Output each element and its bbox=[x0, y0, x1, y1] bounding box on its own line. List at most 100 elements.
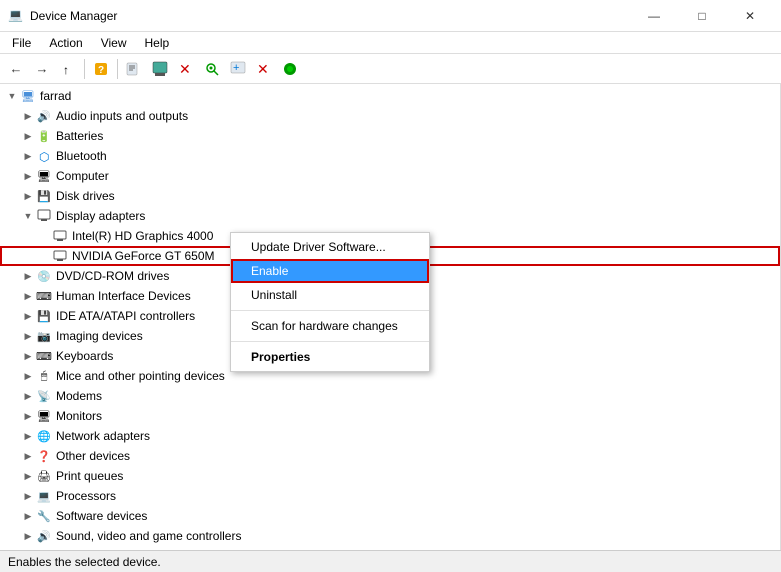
expand-storage[interactable]: ▶ bbox=[20, 548, 36, 550]
tree-item-other[interactable]: ▶ ❓ Other devices bbox=[0, 446, 780, 466]
network-icon: 🌐 bbox=[36, 428, 52, 444]
status-text: Enables the selected device. bbox=[8, 555, 161, 569]
expand-bluetooth[interactable]: ▶ bbox=[20, 148, 36, 164]
ctx-update-driver[interactable]: Update Driver Software... bbox=[231, 235, 429, 259]
sound-label: Sound, video and game controllers bbox=[56, 529, 241, 543]
maximize-button[interactable]: □ bbox=[679, 0, 725, 32]
menu-action[interactable]: Action bbox=[41, 34, 90, 52]
tree-item-print[interactable]: ▶ 🖨 Print queues bbox=[0, 466, 780, 486]
add-legacy-button[interactable]: + bbox=[226, 57, 250, 81]
expand-disk[interactable]: ▶ bbox=[20, 188, 36, 204]
ctx-scan[interactable]: Scan for hardware changes bbox=[231, 314, 429, 338]
svg-text:?: ? bbox=[98, 65, 104, 76]
close-button[interactable]: ✕ bbox=[727, 0, 773, 32]
monitors-label: Monitors bbox=[56, 409, 102, 423]
minimize-button[interactable]: — bbox=[631, 0, 677, 32]
scan-hardware-button[interactable] bbox=[200, 57, 224, 81]
tree-item-processors[interactable]: ▶ 💻 Processors bbox=[0, 486, 780, 506]
bluetooth-label: Bluetooth bbox=[56, 149, 107, 163]
other-icon: ❓ bbox=[36, 448, 52, 464]
tree-item-software[interactable]: ▶ 🔧 Software devices bbox=[0, 506, 780, 526]
update-driver-button[interactable] bbox=[148, 57, 172, 81]
sound-icon: 🔊 bbox=[36, 528, 52, 544]
tree-item-monitors[interactable]: ▶ 🖥 Monitors bbox=[0, 406, 780, 426]
hid-icon: ⌨ bbox=[36, 288, 52, 304]
enable-device-button[interactable] bbox=[278, 57, 302, 81]
title-controls: — □ ✕ bbox=[631, 0, 773, 32]
expand-network[interactable]: ▶ bbox=[20, 428, 36, 444]
expand-monitors[interactable]: ▶ bbox=[20, 408, 36, 424]
uninstall-button[interactable]: ✕ bbox=[174, 57, 198, 81]
expand-display[interactable]: ▼ bbox=[20, 208, 36, 224]
storage-label: Storage controllers bbox=[56, 549, 157, 550]
tree-item-modems[interactable]: ▶ 📡 Modems bbox=[0, 386, 780, 406]
menu-view[interactable]: View bbox=[93, 34, 135, 52]
ctx-properties[interactable]: Properties bbox=[231, 345, 429, 369]
expand-hid[interactable]: ▶ bbox=[20, 288, 36, 304]
expand-processors[interactable]: ▶ bbox=[20, 488, 36, 504]
ide-label: IDE ATA/ATAPI controllers bbox=[56, 309, 195, 323]
back-button[interactable]: ← bbox=[4, 57, 28, 81]
tree-item-storage[interactable]: ▶ 💾 Storage controllers bbox=[0, 546, 780, 550]
expand-keyboards[interactable]: ▶ bbox=[20, 348, 36, 364]
modems-label: Modems bbox=[56, 389, 102, 403]
expand-modems[interactable]: ▶ bbox=[20, 388, 36, 404]
software-icon: 🔧 bbox=[36, 508, 52, 524]
expand-computer[interactable]: ▶ bbox=[20, 168, 36, 184]
remove-device-button[interactable]: ✕ bbox=[252, 57, 276, 81]
tree-view[interactable]: ▼ 🖥 farrad ▶ 🔊 Audio inputs and outputs … bbox=[0, 84, 781, 550]
intel-label: Intel(R) HD Graphics 4000 bbox=[72, 229, 213, 243]
view-properties-button[interactable] bbox=[122, 57, 146, 81]
ctx-uninstall[interactable]: Uninstall bbox=[231, 283, 429, 307]
ctx-enable-label: Enable bbox=[251, 264, 288, 278]
imaging-label: Imaging devices bbox=[56, 329, 143, 343]
expand-sound[interactable]: ▶ bbox=[20, 528, 36, 544]
main-area: ▼ 🖥 farrad ▶ 🔊 Audio inputs and outputs … bbox=[0, 84, 781, 550]
expand-print[interactable]: ▶ bbox=[20, 468, 36, 484]
expand-imaging[interactable]: ▶ bbox=[20, 328, 36, 344]
disk-label: Disk drives bbox=[56, 189, 115, 203]
expand-dvd[interactable]: ▶ bbox=[20, 268, 36, 284]
mice-label: Mice and other pointing devices bbox=[56, 369, 225, 383]
ctx-separator-2 bbox=[231, 341, 429, 342]
tree-item-disk[interactable]: ▶ 💾 Disk drives bbox=[0, 186, 780, 206]
tree-item-sound[interactable]: ▶ 🔊 Sound, video and game controllers bbox=[0, 526, 780, 546]
nvidia-icon bbox=[52, 248, 68, 264]
root-label: farrad bbox=[40, 89, 71, 103]
up-button[interactable]: ↑ bbox=[56, 57, 80, 81]
audio-label: Audio inputs and outputs bbox=[56, 109, 188, 123]
svg-text:✕: ✕ bbox=[179, 61, 191, 77]
network-label: Network adapters bbox=[56, 429, 150, 443]
svg-text:✕: ✕ bbox=[257, 61, 269, 77]
tree-item-bluetooth[interactable]: ▶ ⬡ Bluetooth bbox=[0, 146, 780, 166]
dvd-icon: 💿 bbox=[36, 268, 52, 284]
expand-software[interactable]: ▶ bbox=[20, 508, 36, 524]
tree-item-batteries[interactable]: ▶ 🔋 Batteries bbox=[0, 126, 780, 146]
ctx-update-driver-label: Update Driver Software... bbox=[251, 240, 386, 254]
mice-icon: 🖱 bbox=[36, 368, 52, 384]
processors-icon: 💻 bbox=[36, 488, 52, 504]
expand-audio[interactable]: ▶ bbox=[20, 108, 36, 124]
menu-file[interactable]: File bbox=[4, 34, 39, 52]
expand-other[interactable]: ▶ bbox=[20, 448, 36, 464]
tree-item-audio[interactable]: ▶ 🔊 Audio inputs and outputs bbox=[0, 106, 780, 126]
ctx-scan-label: Scan for hardware changes bbox=[251, 319, 398, 333]
expand-batteries[interactable]: ▶ bbox=[20, 128, 36, 144]
dvd-label: DVD/CD-ROM drives bbox=[56, 269, 169, 283]
nvidia-label: NVIDIA GeForce GT 650M bbox=[72, 249, 215, 263]
tree-item-display[interactable]: ▼ Display adapters bbox=[0, 206, 780, 226]
ctx-enable[interactable]: Enable bbox=[231, 259, 429, 283]
tree-item-network[interactable]: ▶ 🌐 Network adapters bbox=[0, 426, 780, 446]
svg-text:↑: ↑ bbox=[63, 63, 69, 76]
expand-ide[interactable]: ▶ bbox=[20, 308, 36, 324]
other-label: Other devices bbox=[56, 449, 130, 463]
tree-root[interactable]: ▼ 🖥 farrad bbox=[0, 86, 780, 106]
ctx-uninstall-label: Uninstall bbox=[251, 288, 297, 302]
menu-help[interactable]: Help bbox=[137, 34, 178, 52]
expand-root[interactable]: ▼ bbox=[4, 88, 20, 104]
expand-mice[interactable]: ▶ bbox=[20, 368, 36, 384]
help-toolbar-button[interactable]: ? bbox=[89, 57, 113, 81]
toolbar-separator-2 bbox=[117, 59, 118, 79]
tree-item-computer[interactable]: ▶ 🖥 Computer bbox=[0, 166, 780, 186]
forward-button[interactable]: → bbox=[30, 57, 54, 81]
